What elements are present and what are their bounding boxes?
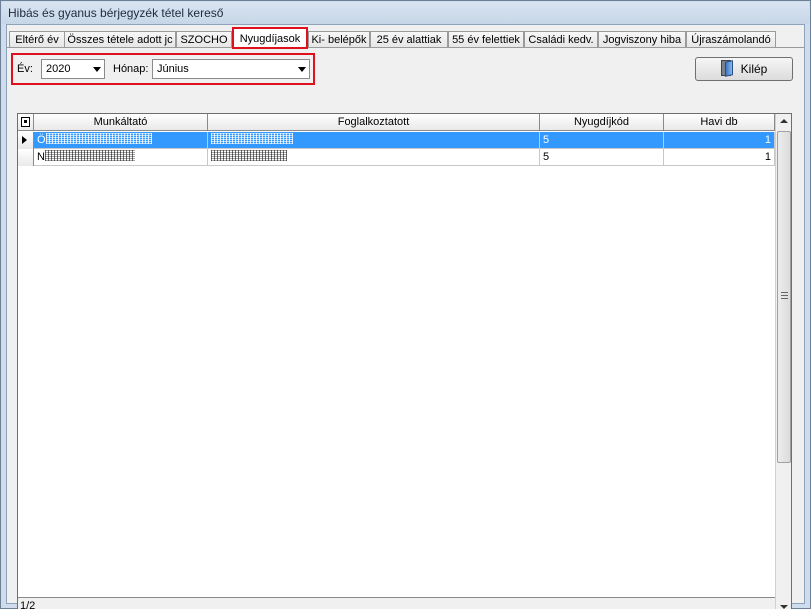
cell-foglalkoztatott[interactable] xyxy=(208,132,540,148)
chevron-down-icon xyxy=(93,67,101,72)
month-value: Június xyxy=(157,63,189,75)
cell-foglalkoztatott[interactable] xyxy=(208,149,540,165)
door-exit-icon xyxy=(720,60,735,77)
column-header-foglalkoztatott[interactable]: Foglalkoztatott xyxy=(208,114,540,131)
tab-nyugdijasok[interactable]: Nyugdíjasok xyxy=(232,27,308,49)
exit-button-label: Kilép xyxy=(740,62,768,76)
tab-strip: Eltérő év Összes tétele adott jc SZOCHO … xyxy=(7,27,804,49)
scroll-thumb[interactable] xyxy=(777,131,791,463)
redacted-text xyxy=(211,133,293,144)
redacted-text xyxy=(44,150,135,161)
row-header[interactable] xyxy=(18,132,34,149)
record-counter: 1/2 xyxy=(18,597,775,609)
cell-nyugdijkod[interactable]: 5 xyxy=(540,132,664,148)
cell-munkaltato[interactable]: Ö xyxy=(34,132,208,148)
window-title: Hibás és gyanus bérjegyzék tétel kereső xyxy=(2,2,809,24)
row-header[interactable] xyxy=(18,149,34,166)
redacted-text xyxy=(45,133,152,144)
scroll-down-icon[interactable] xyxy=(780,605,788,609)
results-grid: Munkáltató Foglalkoztatott Nyugdíjkód Ha… xyxy=(17,113,792,609)
vertical-scrollbar[interactable] xyxy=(775,114,791,609)
exit-button[interactable]: Kilép xyxy=(695,57,793,81)
grid-header: Munkáltató Foglalkoztatott Nyugdíjkód Ha… xyxy=(18,114,775,131)
column-header-nyugdijkod[interactable]: Nyugdíjkód xyxy=(540,114,664,131)
table-row[interactable]: Ö 5 1 xyxy=(18,132,775,149)
cell-munkaltato[interactable]: N xyxy=(34,149,208,165)
column-header-havi-db[interactable]: Havi db xyxy=(664,114,775,131)
year-select[interactable]: 2020 xyxy=(41,59,105,79)
grid-corner-button[interactable] xyxy=(18,114,34,131)
grip-icon xyxy=(781,292,788,299)
select-all-icon xyxy=(21,117,30,127)
filter-group: Év: 2020 Hónap: Június xyxy=(11,53,315,85)
scroll-up-icon[interactable] xyxy=(780,119,788,123)
client-area: Eltérő év Összes tétele adott jc SZOCHO … xyxy=(6,24,805,609)
chevron-down-icon xyxy=(298,67,306,72)
month-label: Hónap: xyxy=(113,63,149,75)
year-value: 2020 xyxy=(46,63,71,75)
cell-nyugdijkod[interactable]: 5 xyxy=(540,149,664,165)
cell-havi-db[interactable]: 1 xyxy=(664,149,775,165)
month-select[interactable]: Június xyxy=(152,59,310,79)
table-row[interactable]: N 5 1 xyxy=(18,149,775,166)
employer-name-start: Ö xyxy=(37,134,46,146)
main-window: Hibás és gyanus bérjegyzék tétel kereső … xyxy=(0,0,811,609)
employer-name-start: N xyxy=(37,151,45,163)
redacted-text xyxy=(211,150,287,161)
current-row-pointer-icon xyxy=(22,136,27,144)
tab-panel-nyugdijasok: Év: 2020 Hónap: Június Kilép Munkáltató … xyxy=(7,47,804,609)
year-label: Év: xyxy=(17,63,33,75)
cell-havi-db[interactable]: 1 xyxy=(664,132,775,148)
column-header-munkaltato[interactable]: Munkáltató xyxy=(34,114,208,131)
